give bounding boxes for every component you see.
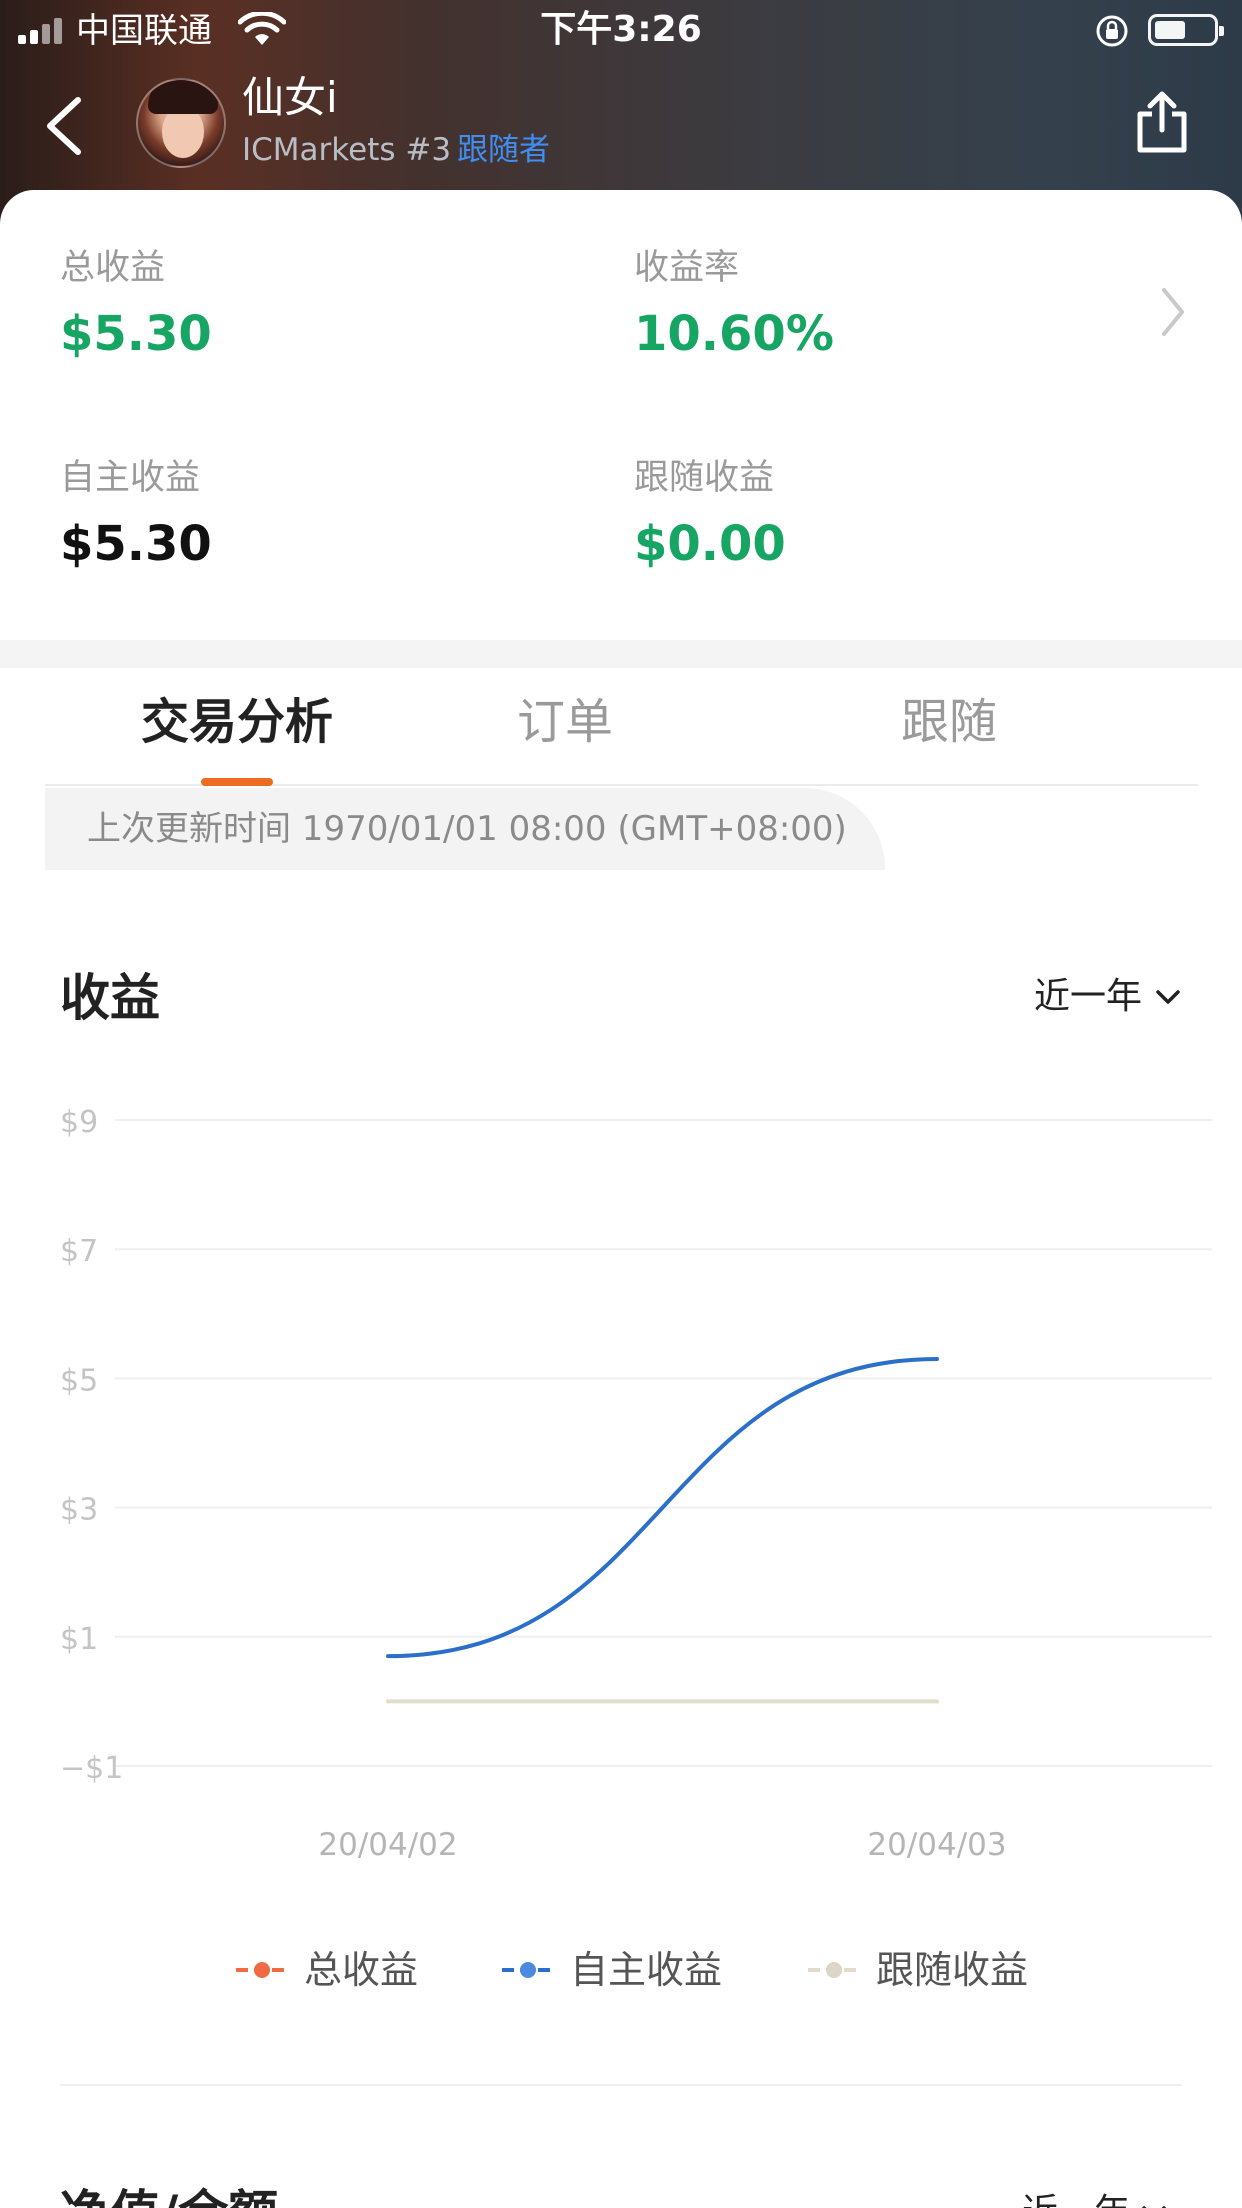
tab-trade-analysis[interactable]: 交易分析 bbox=[125, 690, 349, 754]
trader-name: 仙女i bbox=[242, 73, 338, 122]
net-range-select[interactable]: 近一年 bbox=[1022, 2188, 1168, 2208]
total-profit-stat: 总收益 $5.30 bbox=[60, 246, 212, 364]
chevron-right-icon[interactable] bbox=[1158, 284, 1188, 340]
net-value-section-title: 净值/余额 bbox=[60, 2182, 278, 2208]
chart-legend: 总收益 自主收益 跟随收益 bbox=[0, 1940, 1242, 2000]
self-profit-label: 自主收益 bbox=[60, 458, 201, 498]
profit-range-select[interactable]: 近一年 bbox=[1034, 972, 1182, 1022]
profit-range-label: 近一年 bbox=[1034, 976, 1143, 1017]
trader-meta: ICMarkets #3 跟随者 bbox=[242, 130, 550, 170]
status-time: 下午3:26 bbox=[540, 9, 702, 50]
legend-swatch-total bbox=[236, 1962, 288, 1978]
self-profit-stat: 自主收益 $5.30 bbox=[60, 456, 212, 574]
section-divider-bottom bbox=[60, 2084, 1182, 2086]
battery-icon bbox=[1148, 14, 1224, 46]
profit-rate-stat: 收益率 10.60% bbox=[634, 246, 834, 364]
section-divider bbox=[0, 640, 1242, 668]
legend-item-total[interactable]: 总收益 bbox=[234, 1940, 418, 2000]
profit-rate-label: 收益率 bbox=[634, 248, 740, 288]
tab-bar: 交易分析 订单 跟随 bbox=[45, 668, 1198, 786]
last-update-bar: 上次更新时间 1970/01/01 08:00 (GMT+08:00) bbox=[45, 788, 885, 870]
follow-profit-stat: 跟随收益 $0.00 bbox=[634, 456, 786, 574]
profit-section-title: 收益 bbox=[60, 969, 160, 1027]
profit-chart: $9 $7 $5 $3 $1 −$1 20/04/02 20/04/03 bbox=[60, 1105, 1212, 1863]
profit-rate-value: 10.60% bbox=[634, 306, 834, 362]
profit-summary-card[interactable]: 总收益 $5.30 收益率 10.60% 自主收益 $5.30 跟随收益 $0.… bbox=[0, 190, 1242, 640]
legend-swatch-self bbox=[502, 1962, 554, 1978]
x-tick-label: 20/04/03 bbox=[867, 1827, 1006, 1863]
legend-label-follow: 跟随收益 bbox=[876, 1948, 1029, 1992]
chevron-down-icon bbox=[1156, 990, 1180, 1004]
follow-profit-value: $0.00 bbox=[634, 516, 786, 572]
follow-profit-label: 跟随收益 bbox=[634, 458, 775, 498]
self-profit-value: $5.30 bbox=[60, 516, 212, 572]
status-bar: 中国联通 下午3:26 bbox=[0, 0, 1242, 62]
avatar[interactable] bbox=[136, 78, 226, 168]
legend-label-total: 总收益 bbox=[304, 1948, 419, 1992]
total-profit-label: 总收益 bbox=[60, 248, 166, 288]
screen: 中国联通 下午3:26 仙女i ICMarkets #3 跟随者 总收益 $5.… bbox=[0, 0, 1242, 2208]
last-update-text: 上次更新时间 1970/01/01 08:00 (GMT+08:00) bbox=[87, 809, 847, 849]
legend-item-follow[interactable]: 跟随收益 bbox=[806, 1940, 1028, 2000]
legend-swatch-follow bbox=[808, 1962, 860, 1978]
chevron-down-icon bbox=[1142, 2206, 1166, 2208]
role-badge: 跟随者 bbox=[457, 132, 551, 168]
rotation-lock-icon bbox=[1096, 15, 1128, 47]
y-tick-label: $1 bbox=[60, 1622, 98, 1657]
y-tick-label: $7 bbox=[60, 1234, 98, 1269]
broker-account: ICMarkets #3 bbox=[242, 132, 452, 168]
x-tick-label: 20/04/02 bbox=[318, 1827, 457, 1863]
tab-orders[interactable]: 订单 bbox=[495, 690, 635, 754]
tab-follow[interactable]: 跟随 bbox=[879, 690, 1019, 754]
active-tab-indicator bbox=[201, 778, 273, 786]
back-button[interactable] bbox=[40, 94, 88, 158]
total-profit-value: $5.30 bbox=[60, 306, 212, 362]
y-tick-label: $5 bbox=[60, 1363, 98, 1398]
net-range-label: 近一年 bbox=[1022, 2188, 1130, 2208]
legend-item-self[interactable]: 自主收益 bbox=[500, 1940, 722, 2000]
share-button[interactable] bbox=[1134, 90, 1190, 156]
y-tick-label: $3 bbox=[60, 1493, 98, 1528]
y-tick-label: −$1 bbox=[60, 1751, 123, 1786]
legend-label-self: 自主收益 bbox=[570, 1948, 723, 1992]
y-tick-label: $9 bbox=[60, 1105, 98, 1140]
